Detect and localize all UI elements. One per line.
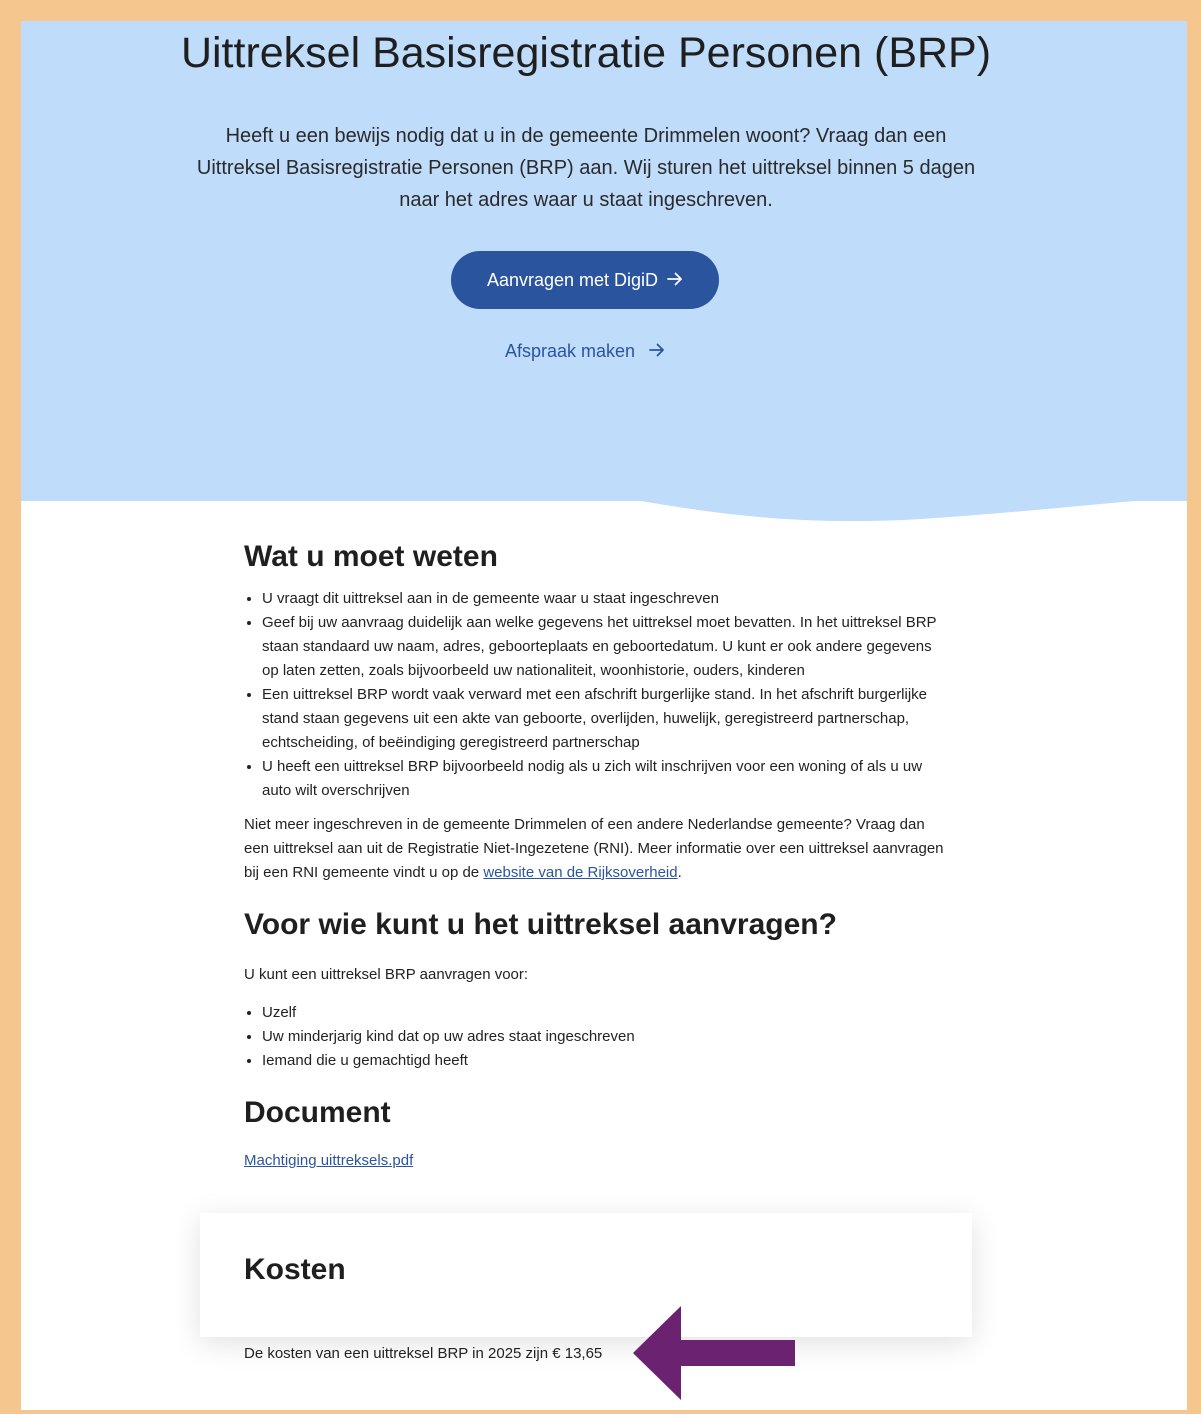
rijksoverheid-link[interactable]: website van de Rijksoverheid [483, 864, 677, 881]
wat-list: U vraagt dit uittreksel aan in de gemeen… [244, 587, 944, 803]
voor-list: Uzelf Uw minderjarig kind dat op uw adre… [244, 1001, 944, 1073]
kosten-card: Kosten [200, 1213, 972, 1337]
machtiging-pdf-link[interactable]: Machtiging uittreksels.pdf [244, 1149, 944, 1173]
list-item: Geef bij uw aanvraag duidelijk aan welke… [262, 611, 944, 683]
niet-meer-paragraph: Niet meer ingeschreven in de gemeente Dr… [244, 813, 944, 885]
digid-button-label: Aanvragen met DigiD [486, 269, 659, 290]
appointment-link[interactable]: Afspraak maken [451, 341, 719, 362]
page-title: Uittreksel Basisregistratie Personen (BR… [180, 29, 992, 77]
section-heading-kosten: Kosten [244, 1253, 346, 1286]
kosten-text: De kosten van een uittreksel BRP in 2025… [244, 1345, 603, 1362]
section-heading-wat: Wat u moet weten [244, 540, 498, 573]
section-heading-document: Document [244, 1096, 391, 1129]
hero-intro-text: Heeft u een bewijs nodig dat u in de gem… [196, 125, 976, 211]
digid-request-button[interactable]: Aanvragen met DigiD [451, 251, 719, 309]
arrow-right-icon [649, 341, 665, 361]
main-content: Wat u moet weten U vraagt dit uittreksel… [244, 511, 944, 1173]
list-item: Uzelf [262, 1001, 944, 1025]
list-item: Een uittreksel BRP wordt vaak verward me… [262, 683, 944, 755]
list-item: U vraagt dit uittreksel aan in de gemeen… [262, 587, 944, 611]
arrow-right-icon [667, 270, 683, 291]
section-heading-voor: Voor wie kunt u het uittreksel aanvragen… [244, 908, 837, 941]
list-item: Uw minderjarig kind dat op uw adres staa… [262, 1025, 944, 1049]
voor-intro-text: U kunt een uittreksel BRP aanvragen voor… [244, 966, 529, 983]
hero-section: Uittreksel Basisregistratie Personen (BR… [21, 21, 1187, 501]
appointment-link-label: Afspraak maken [504, 341, 636, 361]
list-item: U heeft een uittreksel BRP bijvoorbeeld … [262, 755, 944, 803]
page-frame: Uittreksel Basisregistratie Personen (BR… [21, 21, 1187, 1410]
purple-arrow-left-icon [633, 1306, 795, 1400]
list-item: Iemand die u gemachtigd heeft [262, 1049, 944, 1073]
period: . [677, 864, 682, 881]
